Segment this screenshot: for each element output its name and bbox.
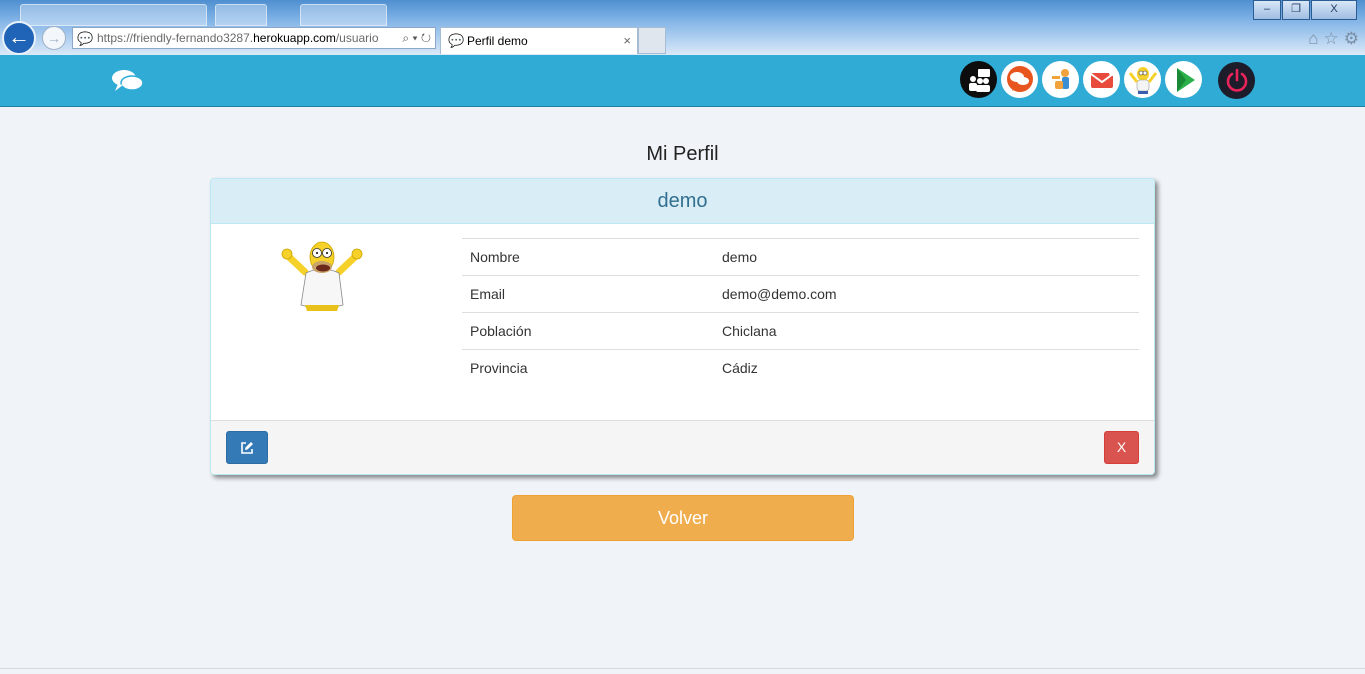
field-label: Población	[470, 323, 532, 339]
home-icon[interactable]: ⌂	[1308, 29, 1318, 49]
power-icon	[1226, 68, 1247, 92]
chat-bubbles-logo-icon[interactable]	[110, 67, 146, 95]
profile-username-heading: demo	[211, 179, 1154, 224]
edit-profile-button[interactable]	[226, 431, 268, 464]
minimize-button[interactable]: –	[1253, 0, 1281, 20]
field-label: Nombre	[470, 249, 520, 265]
profile-homer-icon[interactable]	[1124, 61, 1161, 98]
field-label: Email	[470, 286, 506, 302]
field-value: demo	[722, 249, 758, 265]
volver-button[interactable]: Volver	[512, 495, 854, 541]
favorites-star-icon[interactable]: ☆	[1324, 29, 1339, 49]
profile-info-table: Nombre demo Email demo@demo.com Població…	[462, 238, 1139, 386]
delete-profile-button[interactable]: X	[1104, 431, 1139, 464]
background-tab[interactable]	[215, 4, 267, 26]
search-icon[interactable]: ⌕	[402, 31, 409, 45]
address-host: herokuapp.com	[253, 31, 336, 45]
site-favicon-icon: 💬	[77, 31, 94, 46]
site-favicon-icon: 💬	[448, 33, 465, 48]
field-value: Chiclana	[722, 323, 777, 339]
page-divider	[0, 668, 1365, 669]
tab-title: Perfil demo	[467, 34, 528, 48]
table-row: Provincia Cádiz	[462, 349, 1139, 387]
address-path: /usuario	[335, 31, 379, 45]
close-tab-icon[interactable]: ×	[623, 28, 631, 54]
background-tab[interactable]	[20, 4, 207, 26]
users-icon[interactable]	[960, 61, 997, 98]
nav-icon-bar	[960, 61, 1206, 98]
browser-chrome: – ❐ X ← → 💬 https://friendly-fernando328…	[0, 0, 1365, 55]
arrow-right-icon: →	[47, 30, 61, 46]
avatar	[281, 241, 363, 311]
dropdown-icon[interactable]: ▾	[412, 31, 417, 45]
back-button[interactable]: ←	[2, 21, 36, 55]
refresh-icon[interactable]: ↻	[421, 31, 431, 45]
field-value: Cádiz	[722, 360, 758, 376]
friends-icon[interactable]	[1042, 61, 1079, 98]
new-tab-button[interactable]	[638, 27, 666, 54]
forward-button[interactable]: →	[42, 26, 66, 50]
close-window-button[interactable]: X	[1311, 0, 1357, 20]
arrow-left-icon: ←	[8, 24, 30, 49]
background-tab[interactable]	[300, 4, 387, 26]
chat-icon[interactable]	[1001, 61, 1038, 98]
field-label: Provincia	[470, 360, 528, 376]
table-row: Email demo@demo.com	[462, 275, 1139, 313]
table-row: Nombre demo	[462, 238, 1139, 276]
settings-gear-icon[interactable]: ⚙	[1344, 29, 1359, 49]
browser-toolbar-right: ⌂ ☆ ⚙	[1308, 29, 1359, 49]
page-title: Mi Perfil	[646, 143, 719, 165]
address-scheme: https://friendly-fernando3287.	[97, 31, 254, 45]
play-icon[interactable]	[1165, 61, 1202, 98]
address-tools: ⌕ ▾ ↻	[398, 28, 431, 48]
panel-footer: X	[211, 420, 1154, 474]
tab-perfil-demo[interactable]: 💬 Perfil demo ×	[440, 27, 638, 54]
restore-button[interactable]: ❐	[1282, 0, 1310, 20]
edit-icon	[241, 441, 253, 454]
table-row: Población Chiclana	[462, 312, 1139, 350]
profile-panel: demo Nombre demo Email demo@demo.com Pob…	[210, 178, 1155, 475]
window-controls: – ❐ X	[1252, 0, 1357, 20]
logout-button[interactable]	[1218, 62, 1255, 99]
field-value: demo@demo.com	[722, 286, 837, 302]
mail-icon[interactable]	[1083, 61, 1120, 98]
address-bar[interactable]: 💬 https://friendly-fernando3287.herokuap…	[72, 27, 436, 49]
app-header	[0, 55, 1365, 107]
